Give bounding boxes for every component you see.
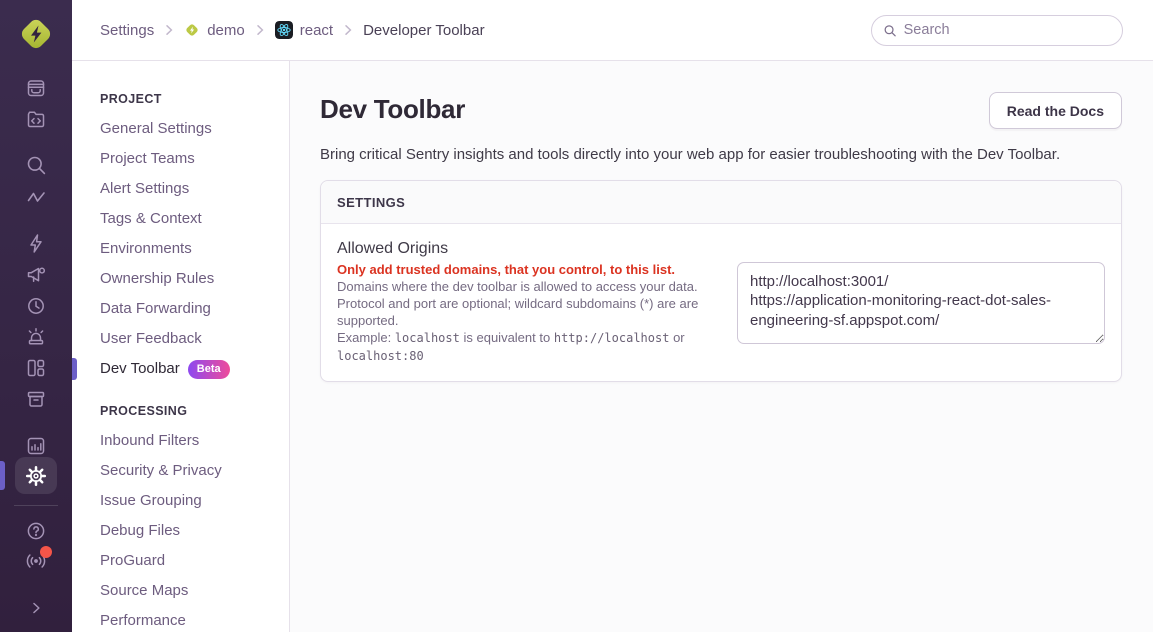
sidebar-item-dev-toolbar[interactable]: Dev Toolbar Beta <box>72 354 289 384</box>
main-content: Dev Toolbar Read the Docs Bring critical… <box>290 61 1153 632</box>
rail-settings[interactable] <box>15 457 57 494</box>
pulse-icon <box>25 186 47 208</box>
sidebar-item-source-maps[interactable]: Source Maps <box>72 576 289 606</box>
sidebar-item-alert-settings[interactable]: Alert Settings <box>72 174 289 204</box>
settings-panel: SETTINGS Allowed Origins Only add truste… <box>320 180 1122 382</box>
breadcrumb-label: Developer Toolbar <box>363 22 484 39</box>
sidebar-item-ownership-rules[interactable]: Ownership Rules <box>72 264 289 294</box>
sidebar-heading-processing: PROCESSING <box>72 396 289 426</box>
rail-stats[interactable] <box>0 384 72 414</box>
bar-chart-icon <box>25 435 47 457</box>
projects-folder-icon <box>25 108 47 130</box>
sidebar-item-tags-context[interactable]: Tags & Context <box>72 204 289 234</box>
search-input[interactable] <box>904 22 1111 38</box>
breadcrumb-label: Settings <box>100 22 154 39</box>
sidebar-item-environments[interactable]: Environments <box>72 234 289 264</box>
rail-collapse[interactable] <box>0 593 72 623</box>
clock-history-icon <box>25 295 47 317</box>
siren-icon <box>25 326 47 348</box>
search-explore-icon <box>25 154 47 176</box>
read-the-docs-button[interactable]: Read the Docs <box>989 92 1122 129</box>
breadcrumb-org-demo[interactable]: demo <box>184 22 245 39</box>
allowed-origins-help: Domains where the dev toolbar is allowed… <box>337 278 709 329</box>
rail-divider <box>14 505 58 506</box>
allowed-origins-example: Example: localhost is equivalent to http… <box>337 329 709 365</box>
breadcrumb-project-react[interactable]: react <box>275 21 333 39</box>
lightning-icon <box>25 232 47 254</box>
breadcrumb-settings[interactable]: Settings <box>100 22 154 39</box>
sidebar-item-project-teams[interactable]: Project Teams <box>72 144 289 174</box>
breadcrumb-current-page: Developer Toolbar <box>363 22 484 39</box>
allowed-origins-textarea[interactable]: http://localhost:3001/ https://applicati… <box>737 262 1105 344</box>
notification-dot <box>40 546 52 558</box>
content-header: Dev Toolbar Read the Docs <box>320 92 1122 129</box>
nav-rail <box>0 0 72 632</box>
breadcrumb-label: demo <box>207 22 245 39</box>
rail-replays[interactable] <box>0 291 72 321</box>
sidebar-item-debug-files[interactable]: Debug Files <box>72 516 289 546</box>
search-icon <box>883 23 897 38</box>
example-mid-text: is equivalent to <box>463 330 550 345</box>
org-demo-avatar-icon <box>184 22 200 38</box>
topbar: Settings demo react <box>72 0 1153 61</box>
example-prefix: Example: <box>337 330 391 345</box>
org-avatar-icon <box>16 14 56 54</box>
rail-broadcast[interactable] <box>0 546 72 576</box>
example-code-localhost-80: localhost:80 <box>337 349 424 363</box>
breadcrumb-label: react <box>300 22 333 39</box>
help-circle-icon <box>25 520 47 542</box>
rail-projects[interactable] <box>0 104 72 134</box>
archive-box-icon <box>25 388 47 410</box>
help-line-2: Protocol and port are optional; wildcard… <box>337 296 698 328</box>
sentry-org-logo[interactable] <box>16 14 56 54</box>
help-line-1: Domains where the dev toolbar is allowed… <box>337 279 698 294</box>
rail-issues[interactable] <box>0 73 72 103</box>
sidebar-item-security-privacy[interactable]: Security & Privacy <box>72 456 289 486</box>
breadcrumb-chevron-icon <box>163 23 175 37</box>
megaphone-icon <box>25 263 47 285</box>
rail-help[interactable] <box>0 516 72 546</box>
page-description: Bring critical Sentry insights and tools… <box>320 146 1122 163</box>
settings-panel-body: Allowed Origins Only add trusted domains… <box>321 224 1121 381</box>
settings-sidebar: PROJECT General Settings Project Teams A… <box>72 61 290 632</box>
rail-feedback[interactable] <box>0 259 72 289</box>
example-code-http-localhost: http://localhost <box>554 331 670 345</box>
rail-performance[interactable] <box>0 182 72 212</box>
sidebar-item-label: Dev Toolbar <box>100 360 180 377</box>
breadcrumb-chevron-icon <box>254 23 266 37</box>
allowed-origins-field-info: Allowed Origins Only add trusted domains… <box>337 240 709 365</box>
react-project-avatar-icon <box>275 21 293 39</box>
sidebar-item-general-settings[interactable]: General Settings <box>72 114 289 144</box>
sidebar-item-data-forwarding[interactable]: Data Forwarding <box>72 294 289 324</box>
allowed-origins-control: http://localhost:3001/ https://applicati… <box>737 240 1105 365</box>
page-title: Dev Toolbar <box>320 92 465 125</box>
settings-panel-header: SETTINGS <box>321 181 1121 224</box>
allowed-origins-label: Allowed Origins <box>337 240 709 258</box>
sidebar-item-user-feedback[interactable]: User Feedback <box>72 324 289 354</box>
rail-explore[interactable] <box>0 150 72 180</box>
gear-icon <box>25 465 47 487</box>
sidebar-item-proguard[interactable]: ProGuard <box>72 546 289 576</box>
sidebar-heading-project: PROJECT <box>72 84 289 114</box>
beta-badge: Beta <box>188 360 230 379</box>
allowed-origins-warning: Only add trusted domains, that you contr… <box>337 261 709 278</box>
rail-active-indicator <box>0 461 5 490</box>
search-box <box>871 15 1123 46</box>
example-code-localhost: localhost <box>395 331 460 345</box>
breadcrumb-chevron-icon <box>342 23 354 37</box>
sidebar-item-inbound-filters[interactable]: Inbound Filters <box>72 426 289 456</box>
rail-alerts[interactable] <box>0 322 72 352</box>
issues-icon <box>25 77 47 99</box>
rail-releases[interactable] <box>0 228 72 258</box>
sidebar-item-issue-grouping[interactable]: Issue Grouping <box>72 486 289 516</box>
dashboards-icon <box>25 357 47 379</box>
breadcrumb: Settings demo react <box>100 21 485 39</box>
chevron-right-icon <box>27 599 45 617</box>
example-or-text: or <box>673 330 685 345</box>
sidebar-item-performance[interactable]: Performance <box>72 606 289 632</box>
rail-dashboards[interactable] <box>0 353 72 383</box>
